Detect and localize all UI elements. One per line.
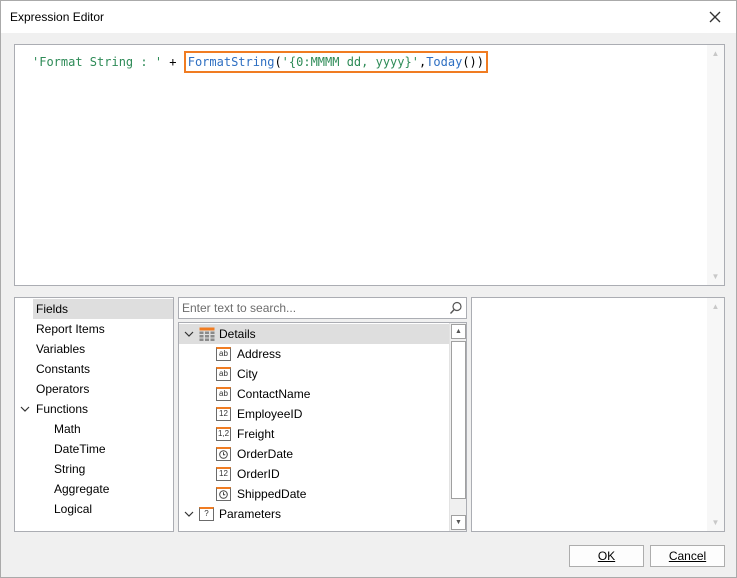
category-label: Fields (36, 302, 69, 316)
category-item-functions[interactable]: Functions (36, 399, 88, 419)
cancel-button[interactable]: Cancel (650, 545, 725, 567)
field-label: ShippedDate (237, 487, 307, 501)
scroll-down-icon[interactable]: ▼ (707, 514, 724, 531)
field-label: City (237, 367, 258, 381)
field-label: ContactName (237, 387, 311, 401)
category-label: Math (54, 422, 81, 436)
string-field-icon: ab (216, 367, 231, 381)
category-label: Logical (54, 502, 93, 516)
tree-node-label: Details (219, 327, 256, 341)
category-label: Aggregate (54, 482, 110, 496)
category-item-fields[interactable]: Fields (33, 299, 173, 319)
category-label: Constants (36, 362, 91, 376)
scroll-down-icon[interactable]: ▼ (707, 268, 724, 285)
tree-field-address[interactable]: ab Address (179, 344, 449, 364)
scrollbar-thumb[interactable] (451, 341, 466, 499)
field-label: EmployeeID (237, 407, 303, 421)
clock-icon (219, 450, 228, 459)
tree-field-shippeddate[interactable]: ShippedDate (179, 484, 449, 504)
chevron-down-icon[interactable] (20, 404, 30, 414)
fields-tree: Details ab Address ab City ab ContactNam… (178, 322, 467, 532)
close-icon (709, 11, 721, 23)
field-label: Address (237, 347, 282, 361)
expression-editor-window: Expression Editor 'Format String : ' + F… (0, 0, 737, 578)
tree-node-label: Parameters (219, 507, 282, 521)
token-string: '{0:MMMM dd, yyyy}' (281, 55, 419, 69)
category-label: Variables (36, 342, 86, 356)
scroll-up-icon[interactable]: ▲ (451, 324, 466, 339)
tree-field-employeeid[interactable]: 12 EmployeeID (179, 404, 449, 424)
parameters-icon: ? (199, 507, 214, 521)
tree-field-orderdate[interactable]: OrderDate (179, 444, 449, 464)
token-operator: + (162, 55, 184, 69)
scroll-down-icon[interactable]: ▼ (451, 515, 466, 530)
tree-field-freight[interactable]: 1,2 Freight (179, 424, 449, 444)
title-bar: Expression Editor (1, 1, 736, 33)
description-scrollbar[interactable]: ▲ ▼ (707, 298, 724, 531)
expression-text[interactable]: 'Format String : ' + FormatString('{0:MM… (32, 51, 488, 73)
field-label: OrderDate (237, 447, 294, 461)
tree-field-contactname[interactable]: ab ContactName (179, 384, 449, 404)
chevron-down-icon[interactable] (184, 509, 194, 519)
category-item-aggregate[interactable]: Aggregate (54, 479, 109, 499)
integer-field-icon: 12 (216, 467, 231, 481)
tree-scrollbar[interactable]: ▲ ▼ (449, 323, 466, 531)
category-item-operators[interactable]: Operators (36, 379, 89, 399)
search-icon[interactable] (449, 301, 463, 315)
tree-node-details[interactable]: Details (179, 324, 449, 344)
table-icon (199, 327, 215, 341)
close-button[interactable] (704, 7, 726, 27)
datetime-field-icon (216, 447, 231, 461)
scroll-up-icon[interactable]: ▲ (707, 298, 724, 315)
decimal-field-icon: 1,2 (216, 427, 231, 441)
token-function: Today (426, 55, 463, 69)
token-function: FormatString (187, 55, 275, 69)
description-panel: ▲ ▼ (471, 297, 725, 532)
category-item-variables[interactable]: Variables (36, 339, 85, 359)
ok-button[interactable]: OK (569, 545, 644, 567)
category-item-datetime[interactable]: DateTime (54, 439, 106, 459)
expression-editor[interactable]: 'Format String : ' + FormatString('{0:MM… (14, 44, 725, 286)
scroll-up-icon[interactable]: ▲ (707, 45, 724, 62)
cancel-button-label: Cancel (668, 549, 707, 563)
chevron-down-icon[interactable] (184, 329, 194, 339)
window-title: Expression Editor (10, 10, 105, 24)
highlighted-expression: FormatString('{0:MMMM dd, yyyy}',Today()… (183, 51, 488, 73)
token-paren: ()) (462, 55, 484, 69)
category-item-constants[interactable]: Constants (36, 359, 90, 379)
category-list: Fields Report Items Variables Constants … (14, 297, 174, 532)
editor-scrollbar[interactable]: ▲ ▼ (707, 45, 724, 285)
category-label: DateTime (54, 442, 106, 456)
tree-field-city[interactable]: ab City (179, 364, 449, 384)
category-label: String (54, 462, 86, 476)
search-input[interactable] (182, 300, 446, 316)
search-box (178, 297, 467, 319)
token-paren: ( (274, 55, 282, 69)
token-string: 'Format String : ' (32, 55, 163, 69)
tree-field-orderid[interactable]: 12 OrderID (179, 464, 449, 484)
category-label: Functions (36, 402, 89, 416)
field-label: Freight (237, 427, 275, 441)
field-label: OrderID (237, 467, 280, 481)
category-item-string[interactable]: String (54, 459, 85, 479)
category-item-logical[interactable]: Logical (54, 499, 92, 519)
integer-field-icon: 12 (216, 407, 231, 421)
string-field-icon: ab (216, 347, 231, 361)
clock-icon (219, 490, 228, 499)
datetime-field-icon (216, 487, 231, 501)
category-label: Operators (36, 382, 90, 396)
ok-button-label: OK (597, 549, 616, 563)
category-item-math[interactable]: Math (54, 419, 81, 439)
category-item-report-items[interactable]: Report Items (36, 319, 105, 339)
tree-node-parameters[interactable]: ? Parameters (179, 504, 449, 524)
string-field-icon: ab (216, 387, 231, 401)
category-label: Report Items (36, 322, 105, 336)
